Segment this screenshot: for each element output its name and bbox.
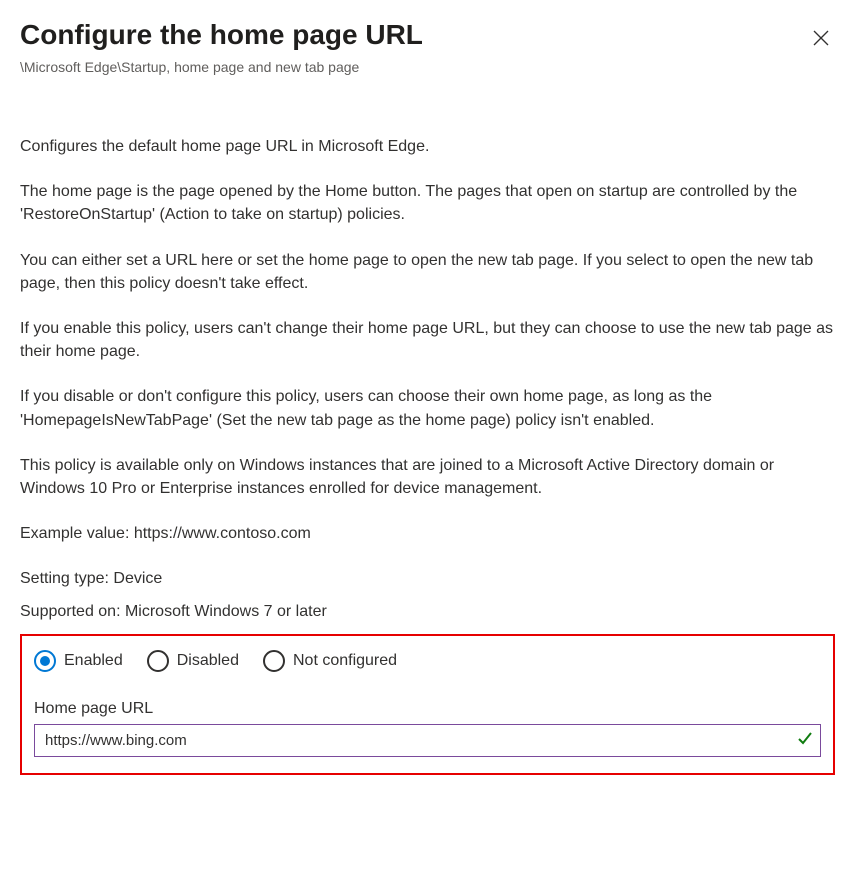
description-paragraph: You can either set a URL here or set the…: [20, 249, 835, 295]
supported-on: Supported on: Microsoft Windows 7 or lat…: [20, 600, 835, 623]
radio-enabled[interactable]: Enabled: [34, 650, 123, 672]
radio-disabled[interactable]: Disabled: [147, 650, 239, 672]
description-block: Configures the default home page URL in …: [20, 135, 835, 624]
home-page-url-label: Home page URL: [34, 700, 821, 718]
description-paragraph: If you enable this policy, users can't c…: [20, 317, 835, 363]
close-icon: [813, 34, 829, 49]
radio-indicator-icon: [147, 650, 169, 672]
radio-indicator-icon: [263, 650, 285, 672]
setting-type: Setting type: Device: [20, 567, 835, 590]
radio-label: Disabled: [177, 652, 239, 670]
radio-label: Enabled: [64, 652, 123, 670]
radio-not-configured[interactable]: Not configured: [263, 650, 397, 672]
description-paragraph: This policy is available only on Windows…: [20, 454, 835, 500]
radio-group: Enabled Disabled Not configured: [34, 650, 821, 672]
radio-label: Not configured: [293, 652, 397, 670]
description-paragraph: If you disable or don't configure this p…: [20, 385, 835, 431]
breadcrumb: \Microsoft Edge\Startup, home page and n…: [20, 59, 835, 75]
description-paragraph: Configures the default home page URL in …: [20, 135, 835, 158]
configuration-section: Enabled Disabled Not configured Home pag…: [20, 634, 835, 775]
page-title: Configure the home page URL: [20, 18, 423, 52]
home-page-url-input[interactable]: [34, 724, 821, 757]
radio-indicator-icon: [34, 650, 56, 672]
description-paragraph: The home page is the page opened by the …: [20, 180, 835, 226]
example-value: Example value: https://www.contoso.com: [20, 522, 835, 545]
close-button[interactable]: [807, 24, 835, 55]
